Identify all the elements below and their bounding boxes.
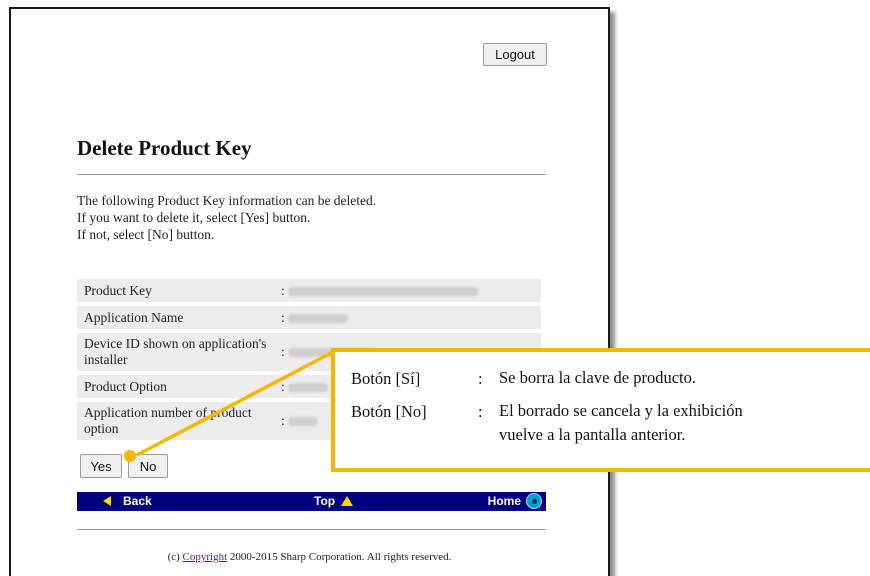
product-key-label: Product Key (77, 279, 277, 302)
callout-yes-separator: : (478, 369, 483, 388)
callout-no-desc-line-2: vuelve a la pantalla anterior. (499, 425, 686, 444)
device-id-label: Device ID shown on application's install… (77, 333, 277, 371)
navigation-bar: Back Top Home (77, 492, 546, 511)
back-label: Back (123, 494, 152, 508)
top-label: Top (314, 494, 336, 508)
top-arrow-icon (341, 496, 354, 506)
intro-line-3: If not, select [No] button. (77, 227, 215, 242)
product-option-label: Product Option (77, 375, 277, 398)
callout-no-description: El borrado se cancela y la exhibición vu… (499, 399, 743, 447)
application-name-value: : (277, 306, 541, 329)
back-link[interactable]: Back (103, 494, 152, 508)
yes-button[interactable]: Yes (80, 454, 122, 478)
home-icon (526, 493, 542, 509)
callout-no-label: Botón [No] (351, 402, 427, 421)
intro-text: The following Product Key information ca… (77, 192, 376, 243)
application-name-label: Application Name (77, 306, 277, 329)
application-number-label: Application number of product option (77, 402, 277, 440)
intro-line-1: The following Product Key information ca… (77, 193, 377, 208)
copyright-link[interactable]: Copyright (183, 551, 228, 563)
callout-no-desc-line-1: El borrado se cancela y la exhibición (499, 401, 743, 420)
no-button[interactable]: No (128, 454, 168, 478)
top-link[interactable]: Top (314, 494, 354, 508)
callout-no-separator: : (478, 402, 483, 421)
logout-button[interactable]: Logout (483, 43, 547, 66)
button-explanation-callout: Botón [Sí] : Se borra la clave de produc… (331, 348, 870, 472)
page-title: Delete Product Key (77, 136, 252, 160)
table-row: Product Key : (77, 279, 541, 302)
back-arrow-icon (103, 496, 111, 506)
intro-line-2: If you want to delete it, select [Yes] b… (77, 210, 311, 225)
title-divider (77, 174, 546, 175)
product-key-value: : (277, 279, 541, 302)
callout-yes-description: Se borra la clave de producto. (499, 368, 697, 387)
browser-window: Logout Delete Product Key The following … (9, 7, 610, 576)
home-label: Home (487, 494, 521, 508)
home-link[interactable]: Home (488, 493, 542, 509)
copyright-footer: (c) Copyright 2000-2015 Sharp Corporatio… (167, 551, 452, 563)
table-row: Application Name : (77, 306, 541, 329)
footer-divider (77, 529, 546, 530)
callout-yes-label: Botón [Sí] (351, 369, 421, 388)
